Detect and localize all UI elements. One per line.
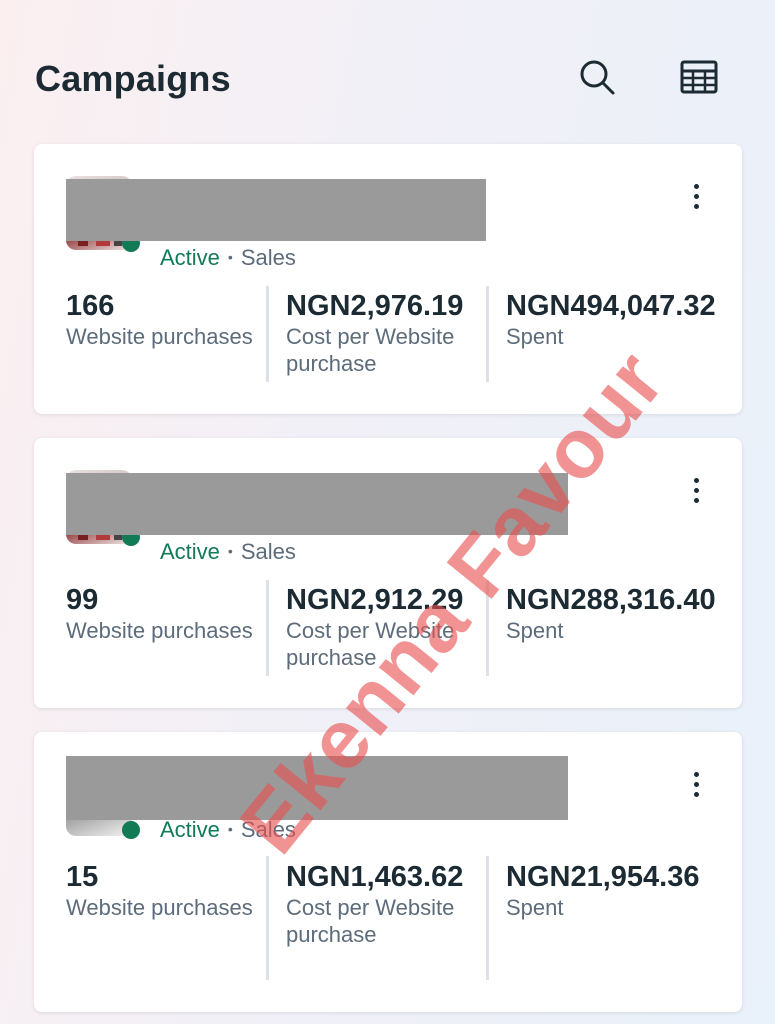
table-columns-icon[interactable] bbox=[679, 57, 719, 97]
separator: • bbox=[227, 249, 233, 265]
metric-value: 15 bbox=[66, 861, 99, 893]
campaign-card[interactable]: Active • Sales 166 Website purchases NGN2,… bbox=[34, 144, 742, 414]
status-label: Active bbox=[160, 245, 220, 270]
metric-spent: NGN494,047.32 Spent bbox=[506, 289, 726, 350]
metric-value: NGN21,954.36 bbox=[506, 861, 700, 893]
divider bbox=[486, 580, 489, 676]
redacted-campaign-name bbox=[66, 473, 568, 535]
metric-value: NGN2,912.29 bbox=[286, 584, 464, 616]
metric-purchases: 99 Website purchases bbox=[66, 583, 266, 644]
objective-label: Sales bbox=[240, 539, 296, 564]
metric-purchases: 166 Website purchases bbox=[66, 289, 266, 350]
separator: • bbox=[227, 543, 233, 559]
metric-label: Spent bbox=[506, 618, 564, 643]
metric-spent: NGN21,954.36 Spent bbox=[506, 860, 726, 921]
metric-label: Website purchases bbox=[66, 324, 253, 349]
metric-value: NGN2,976.19 bbox=[286, 290, 464, 322]
metric-spent: NGN288,316.40 Spent bbox=[506, 583, 726, 644]
status-line: Active • Sales bbox=[160, 817, 296, 843]
divider bbox=[266, 856, 269, 980]
status-line: Active • Sales bbox=[160, 245, 296, 271]
more-options-icon[interactable] bbox=[686, 176, 706, 216]
metric-value: NGN1,463.62 bbox=[286, 861, 464, 893]
metric-label: Website purchases bbox=[66, 618, 253, 643]
status-label: Active bbox=[160, 539, 220, 564]
metric-value: NGN494,047.32 bbox=[506, 290, 716, 322]
status-dot bbox=[122, 821, 140, 839]
header: Campaigns bbox=[0, 0, 775, 140]
metric-label: Cost per Website purchase bbox=[286, 324, 455, 376]
metric-label: Website purchases bbox=[66, 895, 253, 920]
divider bbox=[266, 286, 269, 382]
metric-value: 166 bbox=[66, 290, 115, 322]
status-label: Active bbox=[160, 817, 220, 842]
more-options-icon[interactable] bbox=[686, 470, 706, 510]
metric-label: Spent bbox=[506, 324, 564, 349]
campaign-card[interactable]: Active • Sales 15 Website purchases NGN1,4… bbox=[34, 732, 742, 1012]
metric-cost-per-purchase: NGN2,976.19 Cost per Website purchase bbox=[286, 289, 500, 377]
metric-label: Spent bbox=[506, 895, 564, 920]
metric-value: 99 bbox=[66, 584, 99, 616]
search-icon[interactable] bbox=[577, 57, 617, 97]
metric-cost-per-purchase: NGN1,463.62 Cost per Website purchase bbox=[286, 860, 500, 948]
objective-label: Sales bbox=[240, 817, 296, 842]
metric-cost-per-purchase: NGN2,912.29 Cost per Website purchase bbox=[286, 583, 500, 671]
objective-label: Sales bbox=[240, 245, 296, 270]
divider bbox=[486, 286, 489, 382]
status-line: Active • Sales bbox=[160, 539, 296, 565]
campaign-card[interactable]: Active • Sales 99 Website purchases NGN2,9… bbox=[34, 438, 742, 708]
divider bbox=[486, 856, 489, 980]
page-title: Campaigns bbox=[35, 58, 231, 99]
more-options-icon[interactable] bbox=[686, 764, 706, 804]
metric-purchases: 15 Website purchases bbox=[66, 860, 266, 921]
metric-value: NGN288,316.40 bbox=[506, 584, 716, 616]
metric-label: Cost per Website purchase bbox=[286, 618, 455, 670]
metric-label: Cost per Website purchase bbox=[286, 895, 455, 947]
redacted-campaign-name bbox=[66, 179, 486, 241]
redacted-campaign-name bbox=[66, 756, 568, 820]
divider bbox=[266, 580, 269, 676]
separator: • bbox=[227, 821, 233, 837]
